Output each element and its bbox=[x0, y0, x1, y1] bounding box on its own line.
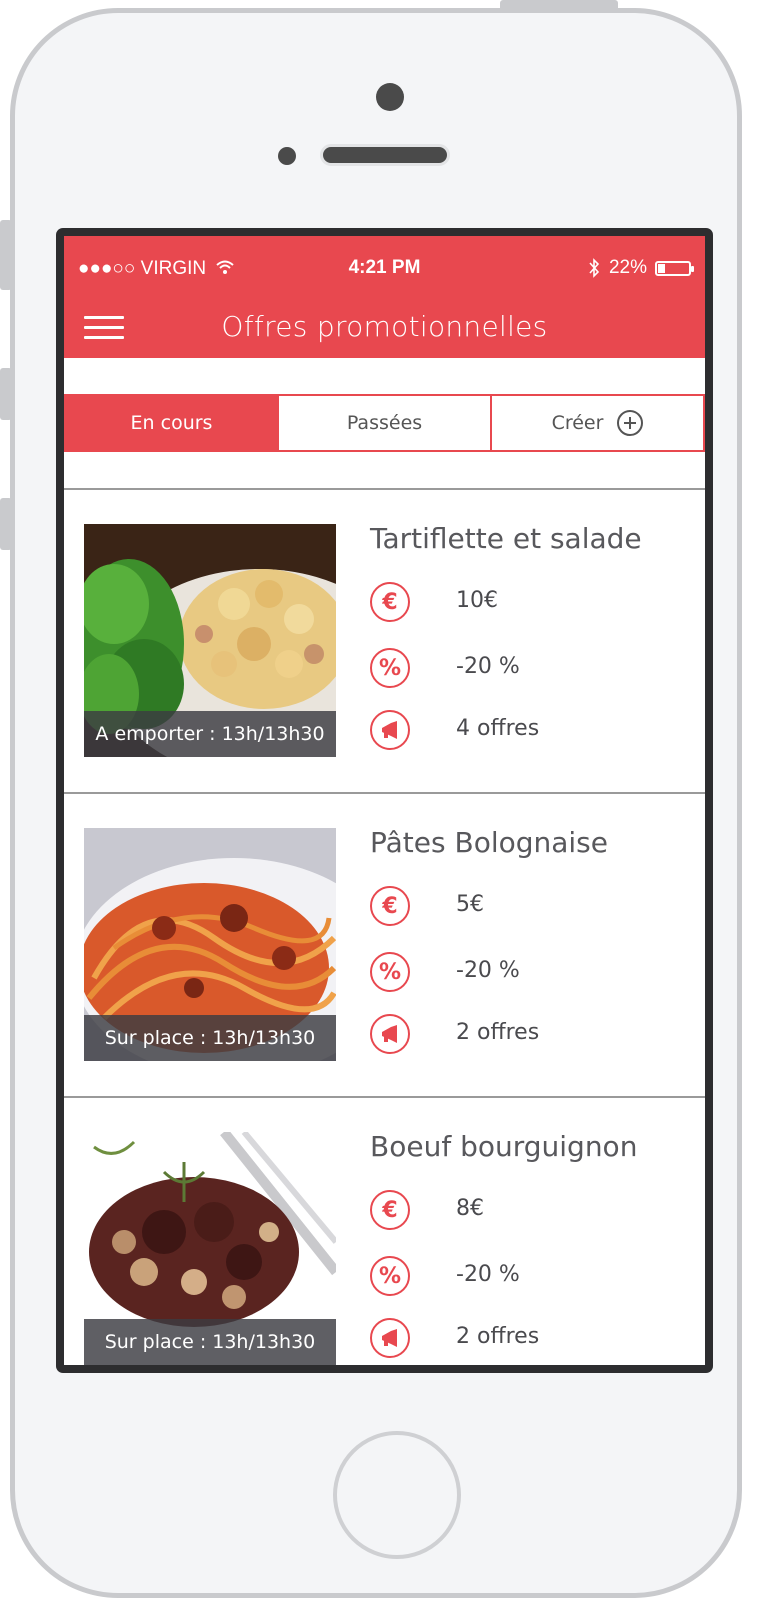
offer-card[interactable]: Sur place : 13h/13h30 Boeuf bourguignon … bbox=[64, 1098, 705, 1365]
percent-icon: % bbox=[370, 1256, 410, 1296]
offer-count: 4 offres bbox=[456, 716, 540, 741]
price-row: € 8€ bbox=[370, 1190, 484, 1230]
offer-photo: Sur place : 13h/13h30 bbox=[84, 1132, 336, 1365]
offer-title: Boeuf bourguignon bbox=[370, 1130, 638, 1163]
percent-icon: % bbox=[370, 952, 410, 992]
tab-label: Créer bbox=[551, 412, 604, 434]
megaphone-icon bbox=[370, 710, 410, 750]
percent-icon: % bbox=[370, 648, 410, 688]
offer-price: 8€ bbox=[456, 1196, 484, 1221]
offer-discount: -20 % bbox=[456, 654, 520, 679]
segmented-tabs: En cours Passées Créer bbox=[64, 394, 705, 452]
count-row: 4 offres bbox=[370, 710, 539, 750]
offer-count: 2 offres bbox=[456, 1324, 540, 1349]
battery-icon bbox=[655, 260, 694, 276]
offers-list: A emporter : 13h/13h30 Tartiflette et sa… bbox=[64, 490, 705, 1365]
tab-creer[interactable]: Créer bbox=[490, 396, 703, 450]
euro-icon: € bbox=[370, 886, 410, 926]
discount-row: % -20 % bbox=[370, 952, 520, 992]
earpiece-speaker bbox=[320, 144, 450, 166]
euro-icon: € bbox=[370, 1190, 410, 1230]
tab-label: Passées bbox=[346, 412, 423, 434]
plus-circle-icon bbox=[617, 410, 644, 436]
offer-card[interactable]: Sur place : 13h/13h30 Pâtes Bolognaise €… bbox=[64, 794, 705, 1098]
bluetooth-icon bbox=[589, 258, 600, 278]
front-camera bbox=[376, 83, 404, 111]
volume-up-button bbox=[0, 368, 12, 420]
offer-count: 2 offres bbox=[456, 1020, 540, 1045]
power-button bbox=[500, 0, 618, 12]
offer-title: Tartiflette et salade bbox=[370, 522, 642, 555]
offer-photo: Sur place : 13h/13h30 bbox=[84, 828, 336, 1061]
price-row: € 10€ bbox=[370, 582, 498, 622]
count-row: 2 offres bbox=[370, 1318, 539, 1358]
discount-row: % -20 % bbox=[370, 1256, 520, 1296]
offer-title: Pâtes Bolognaise bbox=[370, 826, 608, 859]
proximity-sensor bbox=[278, 147, 296, 165]
volume-down-button bbox=[0, 498, 12, 550]
battery-area: 22% bbox=[587, 257, 694, 279]
euro-icon: € bbox=[370, 582, 410, 622]
offer-discount: -20 % bbox=[456, 958, 520, 983]
offer-photo: A emporter : 13h/13h30 bbox=[84, 524, 336, 757]
tab-en-cours[interactable]: En cours bbox=[66, 396, 277, 450]
price-row: € 5€ bbox=[370, 886, 484, 926]
home-button[interactable] bbox=[333, 1431, 461, 1559]
phone-screen: ●●●○○ VIRGIN 4:21 PM 22% Offres promotio… bbox=[56, 228, 713, 1373]
megaphone-icon bbox=[370, 1318, 410, 1358]
offer-price: 5€ bbox=[456, 892, 484, 917]
mute-switch bbox=[0, 220, 12, 290]
tab-passees[interactable]: Passées bbox=[277, 396, 490, 450]
count-row: 2 offres bbox=[370, 1014, 539, 1054]
page-title: Offres promotionnelles bbox=[221, 310, 548, 343]
offer-price: 10€ bbox=[456, 588, 498, 613]
tab-label: En cours bbox=[130, 412, 213, 434]
nav-bar: Offres promotionnelles bbox=[64, 298, 705, 358]
offer-card[interactable]: A emporter : 13h/13h30 Tartiflette et sa… bbox=[64, 490, 705, 794]
app-screen: ●●●○○ VIRGIN 4:21 PM 22% Offres promotio… bbox=[64, 236, 705, 1365]
battery-percent: 22% bbox=[608, 257, 647, 278]
offer-caption: Sur place : 13h/13h30 bbox=[84, 1015, 336, 1061]
offer-caption: Sur place : 13h/13h30 bbox=[84, 1319, 336, 1365]
status-bar: ●●●○○ VIRGIN 4:21 PM 22% bbox=[64, 236, 705, 298]
discount-row: % -20 % bbox=[370, 648, 520, 688]
megaphone-icon bbox=[370, 1014, 410, 1054]
offer-discount: -20 % bbox=[456, 1262, 520, 1287]
offer-caption: A emporter : 13h/13h30 bbox=[84, 711, 336, 757]
